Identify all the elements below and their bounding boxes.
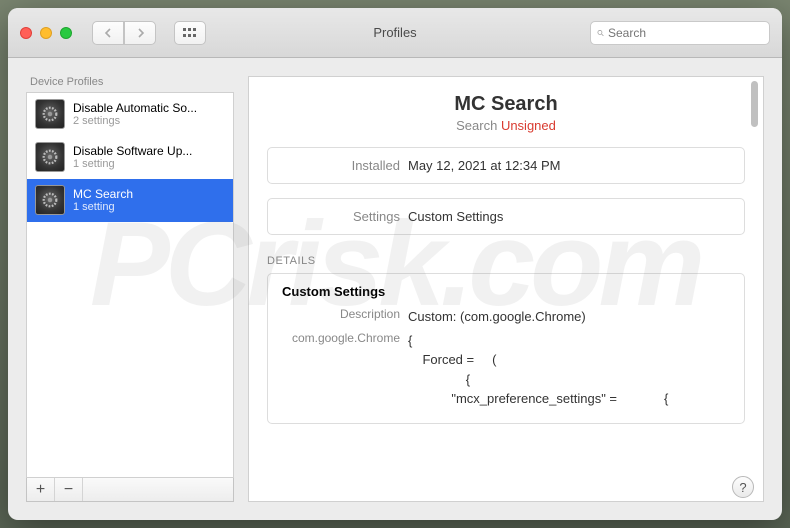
- zoom-window-button[interactable]: [60, 27, 72, 39]
- gear-icon: [35, 99, 65, 129]
- settings-value: Custom Settings: [408, 209, 503, 224]
- search-box[interactable]: [590, 21, 770, 45]
- content-area: Device Profiles Disable Automatic So... …: [8, 58, 782, 520]
- profile-item-sub: 1 setting: [73, 201, 133, 213]
- detail-row-description: Description Custom: (com.google.Chrome): [282, 307, 730, 327]
- installed-label: Installed: [282, 158, 400, 173]
- gear-icon: [35, 185, 65, 215]
- detail-value: { Forced = ( { "mcx_preference_settings"…: [408, 331, 730, 409]
- detail-row-domain: com.google.Chrome { Forced = ( { "mcx_pr…: [282, 331, 730, 409]
- detail-key: com.google.Chrome: [282, 331, 400, 409]
- close-window-button[interactable]: [20, 27, 32, 39]
- profile-item-text: Disable Software Up... 1 setting: [73, 144, 192, 170]
- search-icon: [597, 27, 604, 39]
- profile-item-text: MC Search 1 setting: [73, 187, 133, 213]
- profile-name: MC Search: [267, 93, 745, 116]
- show-all-button[interactable]: [174, 21, 206, 45]
- profile-list: Disable Automatic So... 2 settings Disab…: [26, 92, 234, 478]
- profile-item-title: Disable Automatic So...: [73, 101, 197, 115]
- window-title: Profiles: [373, 25, 416, 40]
- detail-value: Custom: (com.google.Chrome): [408, 307, 730, 327]
- settings-label: Settings: [282, 209, 400, 224]
- profile-subtitle: Search Unsigned: [267, 118, 745, 133]
- nav-buttons: [92, 21, 156, 45]
- details-label: DETAILS: [267, 255, 745, 267]
- forward-button[interactable]: [124, 21, 156, 45]
- back-button[interactable]: [92, 21, 124, 45]
- profile-item-sub: 1 setting: [73, 158, 192, 170]
- detail-key: Description: [282, 307, 400, 327]
- sidebar-header: Device Profiles: [26, 76, 234, 92]
- sidebar-footer: + −: [26, 478, 234, 502]
- signed-status: Unsigned: [501, 118, 556, 133]
- chevron-left-icon: [104, 28, 113, 38]
- main-panel: MC Search Search Unsigned Installed May …: [248, 76, 764, 502]
- sidebar: Device Profiles Disable Automatic So... …: [26, 76, 234, 502]
- details-box: Custom Settings Description Custom: (com…: [267, 273, 745, 424]
- profile-item-1[interactable]: Disable Software Up... 1 setting: [27, 136, 233, 179]
- minimize-window-button[interactable]: [40, 27, 52, 39]
- help-button[interactable]: ?: [732, 476, 754, 498]
- traffic-lights: [20, 27, 72, 39]
- settings-box: Settings Custom Settings: [267, 198, 745, 235]
- profile-item-sub: 2 settings: [73, 115, 197, 127]
- profile-item-title: MC Search: [73, 187, 133, 201]
- profile-item-0[interactable]: Disable Automatic So... 2 settings: [27, 93, 233, 136]
- profile-item-text: Disable Automatic So... 2 settings: [73, 101, 197, 127]
- details-heading: Custom Settings: [282, 284, 730, 299]
- remove-profile-button[interactable]: −: [55, 478, 83, 501]
- grid-icon: [183, 28, 197, 38]
- scrollbar[interactable]: [747, 79, 761, 499]
- profile-category: Search: [456, 118, 497, 133]
- installed-value: May 12, 2021 at 12:34 PM: [408, 158, 560, 173]
- installed-box: Installed May 12, 2021 at 12:34 PM: [267, 147, 745, 184]
- profile-item-title: Disable Software Up...: [73, 144, 192, 158]
- scroll-thumb[interactable]: [751, 81, 758, 127]
- titlebar: Profiles: [8, 8, 782, 58]
- profile-item-2[interactable]: MC Search 1 setting: [27, 179, 233, 222]
- search-input[interactable]: [608, 26, 763, 40]
- preferences-window: Profiles Device Profiles Disable Automat…: [8, 8, 782, 520]
- gear-icon: [35, 142, 65, 172]
- chevron-right-icon: [136, 28, 145, 38]
- add-profile-button[interactable]: +: [27, 478, 55, 501]
